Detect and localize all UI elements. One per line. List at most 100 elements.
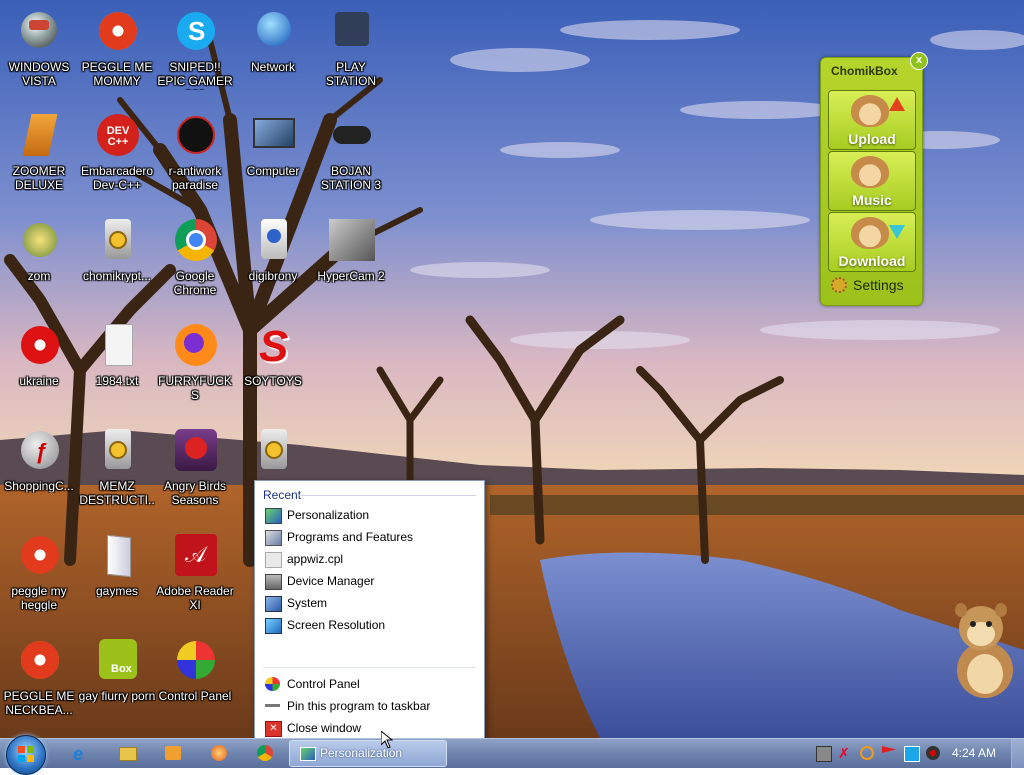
desktop-icon-label: digibrony xyxy=(248,269,298,283)
taskbar-explorer[interactable] xyxy=(114,742,140,764)
chomikbox-music-button[interactable]: Music xyxy=(828,151,916,211)
desktop-icon-peggle-my-heggle[interactable]: peggle my heggle xyxy=(0,530,78,630)
desktop-icon-label: ShoppingC... xyxy=(4,479,74,493)
jumplist-item-programs-features[interactable]: Programs and Features xyxy=(255,526,484,548)
tray-x-icon[interactable]: ✗ xyxy=(838,746,852,760)
desktop-icon-memz[interactable]: MEMZ DESTRUCTI... xyxy=(78,425,156,525)
desktop-icon-angry-birds[interactable]: Angry Birds Seasons xyxy=(156,425,234,525)
desktop-icon-label: PEGGLE ME NECKBEA... xyxy=(3,689,75,717)
jumplist-item-label: System xyxy=(287,596,328,610)
desktop-icon-furryfucks[interactable]: FURRYFUCKS xyxy=(156,320,234,420)
desktop-icon-label: HyperCam 2 xyxy=(317,269,385,283)
taskbar-chrome[interactable] xyxy=(252,742,278,764)
desktop-icon-windows-vista[interactable]: WINDOWS VISTA xyxy=(0,6,78,106)
start-button[interactable] xyxy=(6,735,46,775)
jumplist-item-appwiz[interactable]: appwiz.cpl xyxy=(255,548,484,570)
chomikbox-close-button[interactable]: x xyxy=(910,52,928,70)
desktop-icon-bojan-station[interactable]: BOJAN STATION 3 xyxy=(312,110,390,210)
chrome-icon xyxy=(257,745,273,761)
jumplist-item-screen-resolution[interactable]: Screen Resolution xyxy=(255,614,484,636)
control-panel-icon xyxy=(171,637,219,685)
desktop-icon-dev-cpp[interactable]: DEV C++ Embarcadero Dev-C++ xyxy=(78,110,156,210)
chomikbox-download-button[interactable]: Download xyxy=(828,212,916,272)
desktop-icon-shopping[interactable]: ƒ ShoppingC... xyxy=(0,425,78,525)
desktop-icon-network[interactable]: Network xyxy=(234,6,312,106)
desktop-icon-label: Network xyxy=(250,60,295,74)
desktop-icon-play-station[interactable]: PLAY STATION xyxy=(312,6,390,106)
desktop-icon-label: WINDOWS VISTA xyxy=(8,60,70,88)
desktop-icon-label: SNIPED!! EPIC GAMER 360 xyxy=(157,60,233,90)
peggle-icon xyxy=(15,637,63,685)
zom-icon xyxy=(15,217,63,265)
desktop-icon-adobe-reader[interactable]: 𝒜 Adobe Reader XI xyxy=(156,530,234,630)
desktop-icon-computer[interactable]: Computer xyxy=(234,110,312,210)
jumplist-item-system[interactable]: System xyxy=(255,592,484,614)
desktop-icon-label: Computer xyxy=(246,164,300,178)
jumplist-item-personalization[interactable]: Personalization xyxy=(255,504,484,526)
app-icon xyxy=(211,745,227,761)
desktop-icon-google-chrome[interactable]: Google Chrome xyxy=(156,215,234,315)
personalization-icon xyxy=(300,747,316,761)
chomikbox-settings-button[interactable]: Settings xyxy=(831,277,904,293)
desktop-icon-sniped[interactable]: S SNIPED!! EPIC GAMER 360 xyxy=(156,6,234,106)
desktop-icon-peggle-me-neckbeard[interactable]: PEGGLE ME NECKBEA... xyxy=(0,635,78,735)
adobe-reader-icon: 𝒜 xyxy=(171,532,219,580)
desktop-icon-1984-txt[interactable]: 1984.txt xyxy=(78,320,156,420)
desktop-icon-peggle-me-mommy[interactable]: PEGGLE ME MOMMY xyxy=(78,6,156,106)
chomikbox-upload-button[interactable]: Upload xyxy=(828,90,916,150)
personalization-icon xyxy=(265,508,282,524)
desktop-icon-label: Embarcadero Dev-C++ xyxy=(80,164,154,192)
hamster-headphones-icon xyxy=(851,156,889,188)
jumplist-item-device-manager[interactable]: Device Manager xyxy=(255,570,484,592)
peggle-icon xyxy=(93,8,141,56)
desktop-icon-zom[interactable]: zom xyxy=(0,215,78,315)
tray-volume-icon[interactable] xyxy=(926,746,940,760)
hypercam-icon xyxy=(327,217,375,265)
desktop-icon-control-panel[interactable]: Control Panel xyxy=(156,635,234,735)
desktop-icon-hypercam[interactable]: HyperCam 2 xyxy=(312,215,390,315)
tray-flag-icon[interactable] xyxy=(882,746,896,753)
taskbar-media-player[interactable] xyxy=(160,742,186,764)
upload-label: Upload xyxy=(848,131,896,147)
tray-app-icon[interactable] xyxy=(816,746,832,762)
antiwork-icon xyxy=(171,112,219,160)
desktop-icon-digibrony[interactable]: digibrony xyxy=(234,215,312,315)
jumplist-item-label: Device Manager xyxy=(287,574,375,588)
device-manager-icon xyxy=(265,574,282,590)
jumplist-item-label: appwiz.cpl xyxy=(287,552,344,566)
taskbar-clock[interactable]: 4:24 AM xyxy=(952,746,996,760)
shortcut-icon xyxy=(249,427,297,475)
show-desktop-button[interactable] xyxy=(1011,739,1024,768)
windows-vista-icon xyxy=(15,8,63,56)
tray-search-icon[interactable] xyxy=(860,746,874,760)
desktop-icon-label: 1984.txt xyxy=(95,374,139,388)
taskbar-window-personalization[interactable]: Personalization xyxy=(289,740,447,767)
media-player-icon xyxy=(165,746,181,760)
taskbar-app[interactable] xyxy=(206,742,232,764)
chomikbox-gadget: ChomikBox x Upload Music Download Settin… xyxy=(820,52,928,306)
desktop-icon-label: zom xyxy=(27,269,51,283)
flash-icon: ƒ xyxy=(15,427,63,475)
desktop-icon-label: ZOOMER DELUXE xyxy=(12,164,66,192)
desktop-icon-ukraine[interactable]: ukraine xyxy=(0,320,78,420)
jumplist-task-control-panel[interactable]: Control Panel xyxy=(255,673,484,695)
desktop-icon-label: MEMZ DESTRUCTI... xyxy=(79,479,155,509)
desktop-icon-gay-fiurry-porn[interactable]: Box gay fiurry porn xyxy=(78,635,156,735)
jumplist-task-close-window[interactable]: ✕ Close window xyxy=(255,717,484,739)
jumplist-task-pin-to-taskbar[interactable]: Pin this program to taskbar xyxy=(255,695,484,717)
desktop-icon-soytoys[interactable]: S SOYTOYS xyxy=(234,320,312,420)
desktop-icon-label: Control Panel xyxy=(158,689,232,703)
tray-display-icon[interactable] xyxy=(904,746,920,762)
skype-icon: S xyxy=(171,8,219,56)
desktop-icon-r-antiwork[interactable]: r-antiwork paradise xyxy=(156,110,234,210)
desktop-icon-zoomer-deluxe[interactable]: ZOOMER DELUXE xyxy=(0,110,78,210)
taskbar-jump-list: Recent Personalization Programs and Feat… xyxy=(254,480,485,740)
desktop-icon-chomikrypt[interactable]: chomikrypt... xyxy=(78,215,156,315)
upload-arrow-icon xyxy=(889,97,905,111)
taskbar-internet-explorer[interactable]: e xyxy=(68,742,94,764)
digibrony-icon xyxy=(249,217,297,265)
desktop-icon-gaymes[interactable]: gaymes xyxy=(78,530,156,630)
hamster-gadget xyxy=(947,600,1017,700)
shortcut-icon xyxy=(93,427,141,475)
network-icon xyxy=(249,8,297,56)
